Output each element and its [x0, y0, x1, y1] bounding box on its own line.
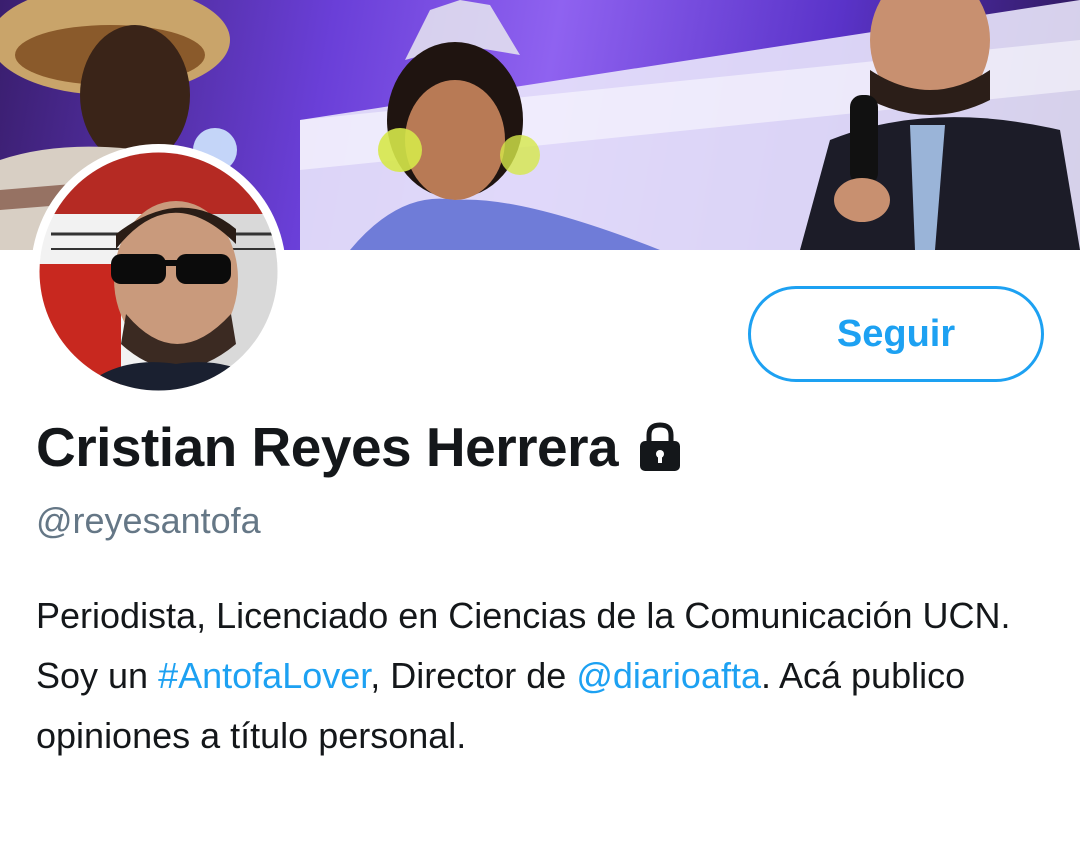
profile-handle: @reyesantofa — [36, 500, 261, 541]
profile-avatar[interactable] — [31, 144, 286, 399]
display-name: Cristian Reyes Herrera — [36, 416, 619, 478]
profile-bio: Periodista, Licenciado en Ciencias de la… — [36, 586, 1046, 766]
follow-button[interactable]: Seguir — [748, 286, 1044, 382]
mention-link[interactable]: @diarioafta — [576, 655, 761, 696]
hashtag-link[interactable]: #AntofaLover — [158, 655, 370, 696]
profile-name-row: Cristian Reyes Herrera — [36, 412, 684, 482]
bio-text: , Director de — [370, 655, 577, 696]
avatar-photo — [39, 152, 278, 391]
lock-icon — [636, 421, 684, 473]
